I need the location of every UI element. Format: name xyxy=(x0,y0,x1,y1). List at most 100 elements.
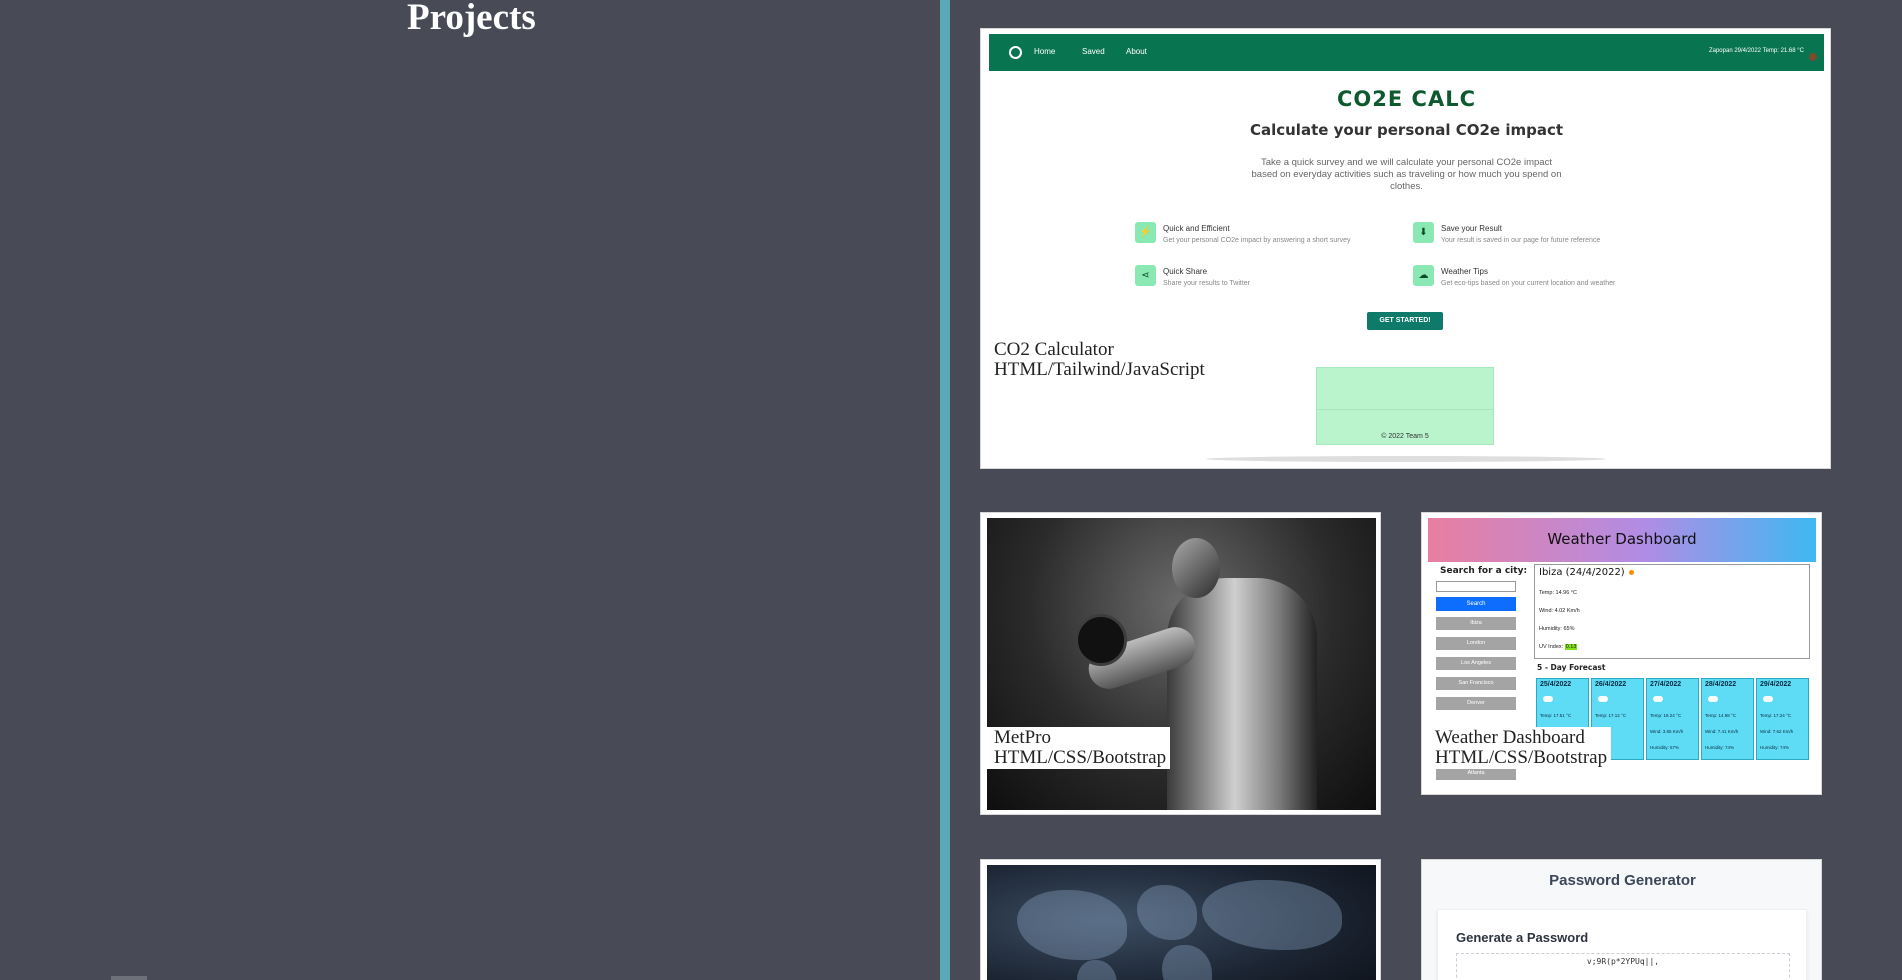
city-history-button: London xyxy=(1436,637,1516,650)
rain-cloud-icon xyxy=(1763,696,1773,702)
cloud-icon xyxy=(1598,696,1608,702)
co2-weather-status: Zapopan 29/4/2022 Temp: 21.68 °C xyxy=(1708,48,1804,54)
forecast-date: 25/4/2022 xyxy=(1540,681,1572,688)
rain-cloud-icon xyxy=(1653,696,1663,702)
co2-heading: Calculate your personal CO2e impact xyxy=(1249,121,1564,139)
get-started-button: GET STARTED! xyxy=(1367,312,1443,330)
co2-description: Take a quick survey and we will calculat… xyxy=(1251,157,1562,192)
portfolio-page: Projects Home Saved About Zapopan 29/4/2… xyxy=(0,0,1902,980)
forecast-wind: Wind: 7.62 Km/h xyxy=(1760,729,1794,734)
project-card-co2-calculator[interactable]: Home Saved About Zapopan 29/4/2022 Temp:… xyxy=(980,28,1831,469)
share-icon: ⋖ xyxy=(1135,265,1156,286)
city-history-button: San Francisco xyxy=(1436,677,1516,690)
lightning-icon: ⚡ xyxy=(1135,222,1156,243)
feature-title: Quick and Efficient xyxy=(1163,224,1230,233)
password-output: v;9R(p*2YPUq||, xyxy=(1456,953,1790,980)
continent-shape xyxy=(1017,890,1127,960)
feature-text: Get eco-tips based on your current locat… xyxy=(1441,280,1616,287)
uv-value-badge: 0.13 xyxy=(1564,644,1578,650)
forecast-card: 27/4/2022 Temp: 18.24 °C Wind: 3.85 Km/h… xyxy=(1646,678,1699,760)
forecast-temp: Temp: 17.51 °C xyxy=(1540,713,1572,718)
weather-header: Weather Dashboard xyxy=(1428,518,1816,562)
project-card-password-generator[interactable]: Password Generator Generate a Password v… xyxy=(1421,859,1822,980)
weather-search-input xyxy=(1436,581,1516,592)
continent-shape xyxy=(1137,885,1197,940)
sun-icon xyxy=(1628,569,1634,575)
scroll-marker xyxy=(111,976,147,980)
project-card-weather-dashboard[interactable]: Weather Dashboard Search for a city: Sea… xyxy=(1421,512,1822,795)
project-tech: HTML/Tailwind/JavaScript xyxy=(994,359,1205,380)
forecast-wind: Wind: 3.85 Km/h xyxy=(1650,729,1684,734)
continent-shape xyxy=(1162,945,1212,980)
city-history-button: Ibiza xyxy=(1436,617,1516,630)
weather-title: Weather Dashboard xyxy=(1547,530,1697,548)
save-icon: ⬇ xyxy=(1413,222,1434,243)
feature-text: Your result is saved in our page for fut… xyxy=(1441,237,1601,244)
forecast-date: 26/4/2022 xyxy=(1595,681,1627,688)
co2-preview-navbar: Home Saved About Zapopan 29/4/2022 Temp:… xyxy=(989,34,1824,71)
co2-brand-title: CO2E CALC xyxy=(1337,87,1476,111)
co2-nav-saved: Saved xyxy=(1082,47,1105,56)
cloud-icon xyxy=(1543,696,1553,702)
continent-shape xyxy=(1077,960,1117,980)
cloud-icon: ☁ xyxy=(1413,265,1434,286)
world-map-image xyxy=(987,865,1376,980)
co2-shadow xyxy=(1206,456,1606,462)
co2-result-panel: © 2022 Team 5 xyxy=(1316,367,1494,445)
dumbbell-icon xyxy=(1075,614,1127,666)
city-history-button: Denver xyxy=(1436,697,1516,710)
city-history-button: Los Angeles xyxy=(1436,657,1516,670)
athlete-figure xyxy=(1167,578,1317,810)
current-uv: UV Index: 0.13 xyxy=(1539,644,1578,650)
project-label-co2[interactable]: CO2 Calculator HTML/Tailwind/JavaScript xyxy=(981,339,1209,381)
project-tech: HTML/CSS/Bootstrap xyxy=(1435,747,1608,768)
co2-nav-home: Home xyxy=(1034,47,1056,56)
current-temp: Temp: 14.96 °C xyxy=(1539,590,1577,596)
current-city-date: Ibiza (24/4/2022) xyxy=(1539,567,1625,578)
projects-heading: Projects xyxy=(407,0,536,38)
panel-divider xyxy=(1317,409,1493,410)
project-name: CO2 Calculator xyxy=(994,339,1114,360)
project-name: MetPro xyxy=(994,727,1051,748)
globe-icon xyxy=(1009,46,1022,59)
password-heading: Generate a Password xyxy=(1456,930,1589,945)
continent-shape xyxy=(1202,880,1342,950)
co2-nav-about: About xyxy=(1126,47,1147,56)
uv-label: UV Index: xyxy=(1539,644,1564,650)
forecast-date: 28/4/2022 xyxy=(1705,681,1737,688)
athlete-head xyxy=(1172,538,1220,598)
forecast-title: 5 - Day Forecast xyxy=(1537,663,1606,672)
vertical-divider xyxy=(940,0,950,980)
current-weather-title: Ibiza (24/4/2022) xyxy=(1539,567,1634,578)
forecast-wind: Wind: 7.41 Km/h xyxy=(1705,729,1739,734)
project-label-weather[interactable]: Weather Dashboard HTML/CSS/Bootstrap xyxy=(1422,727,1612,769)
forecast-temp: Temp: 17.24 °C xyxy=(1760,713,1792,718)
project-name: Weather Dashboard xyxy=(1435,727,1585,748)
current-humidity: Humidity: 65% xyxy=(1539,626,1575,632)
current-wind: Wind: 4.02 Km/h xyxy=(1539,608,1580,614)
feature-text: Get your personal CO2e impact by answeri… xyxy=(1163,237,1351,244)
forecast-humidity: Humidity: 74% xyxy=(1760,745,1790,750)
avatar xyxy=(1809,53,1817,61)
project-card-metpro[interactable]: MetPro HTML/CSS/Bootstrap xyxy=(980,512,1381,815)
feature-title: Weather Tips xyxy=(1441,267,1488,276)
feature-title: Save your Result xyxy=(1441,224,1502,233)
current-weather-panel: Ibiza (24/4/2022) Temp: 14.96 °C Wind: 4… xyxy=(1534,564,1810,659)
forecast-date: 29/4/2022 xyxy=(1760,681,1792,688)
weather-search-label: Search for a city: xyxy=(1440,566,1528,576)
feature-title: Quick Share xyxy=(1163,267,1208,276)
feature-text: Share your results to Twitter xyxy=(1163,280,1251,287)
forecast-card: 29/4/2022 Temp: 17.24 °C Wind: 7.62 Km/h… xyxy=(1756,678,1809,760)
forecast-card: 28/4/2022 Temp: 14.88 °C Wind: 7.41 Km/h… xyxy=(1701,678,1754,760)
forecast-date: 27/4/2022 xyxy=(1650,681,1682,688)
co2-footer-text: © 2022 Team 5 xyxy=(1381,433,1429,440)
forecast-humidity: Humidity: 57% xyxy=(1650,745,1680,750)
forecast-temp: Temp: 17.12 °C xyxy=(1595,713,1627,718)
project-card-world-map[interactable] xyxy=(980,859,1381,980)
forecast-temp: Temp: 14.88 °C xyxy=(1705,713,1737,718)
project-label-metpro[interactable]: MetPro HTML/CSS/Bootstrap xyxy=(981,727,1171,769)
password-panel: Generate a Password v;9R(p*2YPUq||, xyxy=(1437,909,1807,980)
project-tech: HTML/CSS/Bootstrap xyxy=(994,747,1167,768)
rain-cloud-icon xyxy=(1708,696,1718,702)
password-title: Password Generator xyxy=(1549,872,1696,889)
